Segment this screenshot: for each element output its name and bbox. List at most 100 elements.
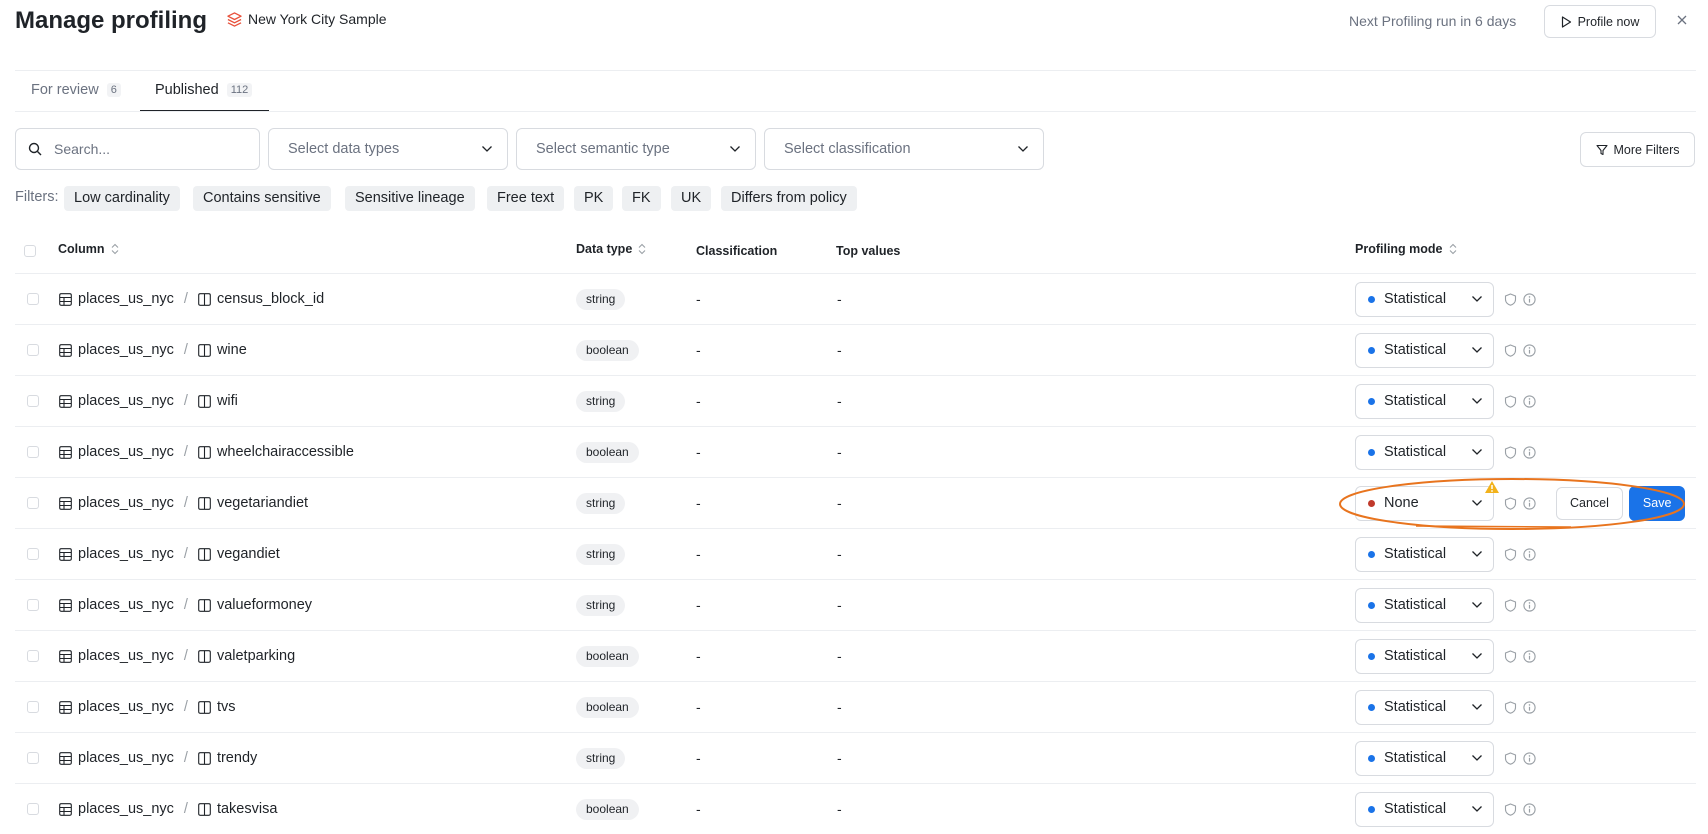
row-checkbox[interactable] [27, 344, 39, 356]
row-checkbox[interactable] [27, 701, 39, 713]
column-header-column[interactable]: Column [58, 242, 119, 256]
shield-icon[interactable] [1504, 445, 1517, 459]
table-row[interactable]: places_us_nyc / wifi string - - Statistical [15, 375, 1696, 426]
table-row[interactable]: places_us_nyc / valetparking boolean - - Stati… [15, 630, 1696, 681]
column-name[interactable]: wheelchairaccessible [217, 444, 354, 460]
column-name[interactable]: wine [217, 342, 247, 358]
profiling-mode-select[interactable]: Statistical [1355, 587, 1494, 623]
classification-select[interactable]: Select classification [764, 128, 1044, 170]
table-name[interactable]: places_us_nyc [78, 648, 174, 664]
table-row[interactable]: places_us_nyc / vegandiet string - - Statistic… [15, 528, 1696, 579]
row-checkbox[interactable] [27, 752, 39, 764]
row-checkbox[interactable] [27, 803, 39, 815]
info-icon[interactable] [1523, 292, 1536, 306]
column-name[interactable]: takesvisa [217, 801, 277, 817]
table-name[interactable]: places_us_nyc [78, 546, 174, 562]
shield-icon[interactable] [1504, 751, 1517, 765]
filter-chip-fk[interactable]: FK [622, 186, 661, 211]
filter-chip-pk[interactable]: PK [574, 186, 614, 211]
info-icon[interactable] [1523, 547, 1536, 561]
column-name[interactable]: trendy [217, 750, 257, 766]
column-name[interactable]: vegetariandiet [217, 495, 308, 511]
close-icon[interactable] [1675, 13, 1689, 27]
column-name[interactable]: valetparking [217, 648, 295, 664]
filter-chip-uk[interactable]: UK [671, 186, 712, 211]
classification-value: - [696, 444, 701, 460]
info-icon[interactable] [1523, 598, 1536, 612]
profiling-mode-select[interactable]: Statistical [1355, 383, 1494, 419]
tab-published[interactable]: Published 112 [155, 82, 253, 98]
shield-icon[interactable] [1504, 343, 1517, 357]
chevron-down-icon [1471, 754, 1483, 762]
filter-chip-sensitive-lineage[interactable]: Sensitive lineage [345, 186, 475, 211]
table-row[interactable]: places_us_nyc / census_block_id string - - Sta… [15, 273, 1696, 324]
filter-chip-differs-from-policy[interactable]: Differs from policy [721, 186, 857, 211]
table-row[interactable]: places_us_nyc / takesvisa boolean - - Statisti… [15, 783, 1696, 834]
row-checkbox[interactable] [27, 293, 39, 305]
profiling-mode-select[interactable]: Statistical [1355, 740, 1494, 776]
shield-icon[interactable] [1504, 649, 1517, 663]
table-row[interactable]: places_us_nyc / wheelchairaccessible boolea… [15, 426, 1696, 477]
sort-icon [111, 243, 119, 255]
profiling-mode-select[interactable]: Statistical [1355, 332, 1494, 368]
info-icon[interactable] [1523, 445, 1536, 459]
info-icon[interactable] [1523, 700, 1536, 714]
table-row[interactable]: places_us_nyc / tvs boolean - - Statistical [15, 681, 1696, 732]
profiling-mode-select[interactable]: Statistical [1355, 434, 1494, 470]
column-header-data-type[interactable]: Data type [576, 242, 646, 256]
dataset-name[interactable]: New York City Sample [227, 11, 387, 27]
search-field[interactable] [15, 128, 260, 170]
table-row[interactable]: places_us_nyc / trendy string - - Statistical [15, 732, 1696, 783]
profiling-mode-select[interactable]: Statistical [1355, 689, 1494, 725]
row-checkbox[interactable] [27, 497, 39, 509]
filter-chip-low-cardinality[interactable]: Low cardinality [64, 186, 180, 211]
column-name[interactable]: valueformoney [217, 597, 312, 613]
info-icon[interactable] [1523, 751, 1536, 765]
table-name[interactable]: places_us_nyc [78, 495, 174, 511]
shield-icon[interactable] [1504, 598, 1517, 612]
table-name[interactable]: places_us_nyc [78, 750, 174, 766]
shield-icon[interactable] [1504, 292, 1517, 306]
filter-chip-contains-sensitive[interactable]: Contains sensitive [193, 186, 331, 211]
table-name[interactable]: places_us_nyc [78, 342, 174, 358]
info-icon[interactable] [1523, 343, 1536, 357]
profiling-mode-select[interactable]: Statistical [1355, 791, 1494, 827]
profiling-mode-select[interactable]: Statistical [1355, 281, 1494, 317]
semantic-type-select[interactable]: Select semantic type [516, 128, 756, 170]
table-name[interactable]: places_us_nyc [78, 597, 174, 613]
filter-chip-free-text[interactable]: Free text [487, 186, 565, 211]
info-icon[interactable] [1523, 802, 1536, 816]
shield-icon[interactable] [1504, 547, 1517, 561]
table-name[interactable]: places_us_nyc [78, 444, 174, 460]
profile-now-button[interactable]: Profile now [1544, 5, 1656, 38]
row-checkbox[interactable] [27, 446, 39, 458]
column-name[interactable]: vegandiet [217, 546, 280, 562]
row-checkbox[interactable] [27, 548, 39, 560]
select-all-checkbox[interactable] [24, 245, 36, 257]
shield-icon[interactable] [1504, 700, 1517, 714]
shield-icon[interactable] [1504, 802, 1517, 816]
table-name[interactable]: places_us_nyc [78, 699, 174, 715]
column-name[interactable]: wifi [217, 393, 238, 409]
tab-for-review[interactable]: For review 6 [31, 82, 121, 98]
row-checkbox[interactable] [27, 395, 39, 407]
row-checkbox[interactable] [27, 599, 39, 611]
profiling-mode-select[interactable]: Statistical [1355, 638, 1494, 674]
shield-icon[interactable] [1504, 394, 1517, 408]
data-types-select[interactable]: Select data types [268, 128, 508, 170]
info-icon[interactable] [1523, 394, 1536, 408]
table-row[interactable]: places_us_nyc / valueformoney string - - Stati… [15, 579, 1696, 630]
column-header-classification: Classification [696, 244, 778, 258]
table-name[interactable]: places_us_nyc [78, 291, 174, 307]
column-name[interactable]: tvs [217, 699, 236, 715]
column-name[interactable]: census_block_id [217, 291, 324, 307]
info-icon[interactable] [1523, 649, 1536, 663]
column-header-profiling-mode[interactable]: Profiling mode [1355, 242, 1457, 256]
more-filters-button[interactable]: More Filters [1580, 132, 1695, 167]
table-name[interactable]: places_us_nyc [78, 393, 174, 409]
row-checkbox[interactable] [27, 650, 39, 662]
table-name[interactable]: places_us_nyc [78, 801, 174, 817]
table-row[interactable]: places_us_nyc / wine boolean - - Statistical [15, 324, 1696, 375]
profiling-mode-select[interactable]: Statistical [1355, 536, 1494, 572]
search-input[interactable] [52, 140, 226, 158]
